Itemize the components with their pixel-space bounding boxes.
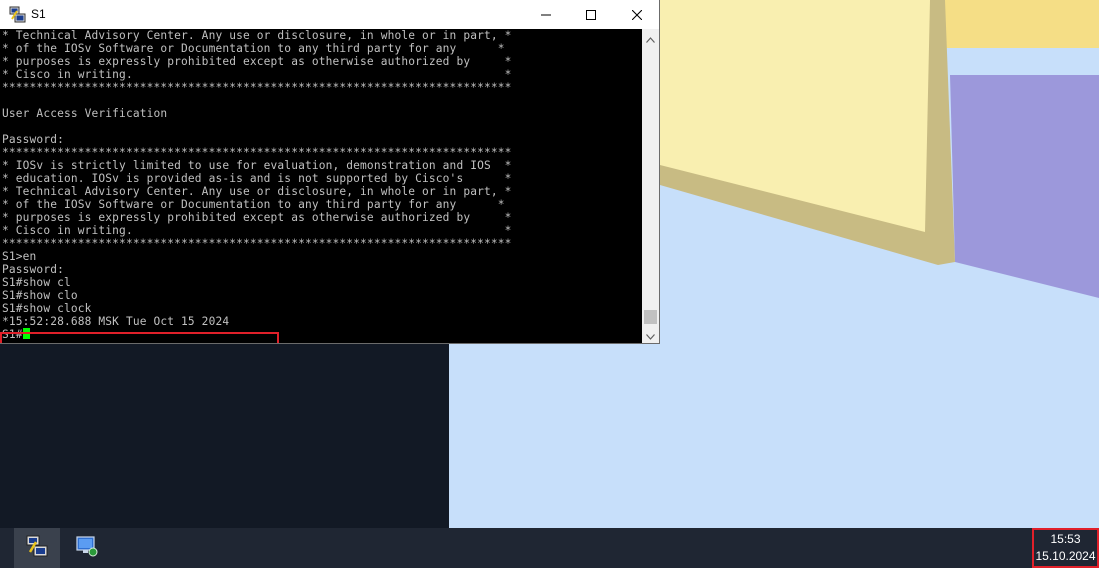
terminal-text: * Technical Advisory Center. Any use or … bbox=[2, 29, 512, 341]
network-taskbar-button[interactable] bbox=[64, 528, 110, 568]
terminal-line: * Cisco in writing. * bbox=[2, 224, 512, 237]
terminal-line: S1#show clo bbox=[2, 289, 78, 302]
terminal-line: Password: bbox=[2, 263, 64, 276]
system-clock[interactable]: 15:53 15.10.2024 bbox=[1032, 528, 1099, 568]
terminal-line: Password: bbox=[2, 133, 64, 146]
close-icon bbox=[631, 5, 643, 24]
maximize-button[interactable] bbox=[568, 0, 614, 29]
network-taskbar-icon bbox=[75, 534, 99, 562]
vertical-scrollbar[interactable] bbox=[642, 29, 659, 343]
window-titlebar[interactable]: S1 bbox=[0, 0, 659, 29]
terminal-line: * Cisco in writing. * bbox=[2, 68, 512, 81]
clock-time: 15:53 bbox=[1050, 532, 1081, 546]
minimize-icon bbox=[541, 5, 551, 24]
terminal-line: * IOSv is strictly limited to use for ev… bbox=[2, 159, 512, 172]
chevron-down-icon bbox=[646, 325, 655, 344]
taskbar: 15:53 15.10.2024 bbox=[0, 528, 1099, 568]
minimize-button[interactable] bbox=[523, 0, 569, 29]
terminal-line: * Technical Advisory Center. Any use or … bbox=[2, 29, 512, 42]
terminal-line: * education. IOSv is provided as-is and … bbox=[2, 172, 512, 185]
terminal-line: * of the IOSv Software or Documentation … bbox=[2, 198, 505, 211]
clock-date: 15.10.2024 bbox=[1035, 549, 1096, 563]
terminal-line: *15:52:28.688 MSK Tue Oct 15 2024 bbox=[2, 315, 230, 328]
terminal-window[interactable]: S1 * Technical Advisory Center. Any use … bbox=[0, 0, 660, 344]
putty-icon[interactable] bbox=[9, 6, 26, 23]
terminal-line: ****************************************… bbox=[2, 237, 512, 250]
window-title: S1 bbox=[31, 7, 46, 21]
terminal-output[interactable]: * Technical Advisory Center. Any use or … bbox=[0, 29, 642, 343]
terminal-line: S1>en bbox=[2, 250, 37, 263]
terminal-line: ****************************************… bbox=[2, 81, 512, 94]
terminal-line: * Technical Advisory Center. Any use or … bbox=[2, 185, 512, 198]
terminal-line: User Access Verification bbox=[2, 107, 168, 120]
scroll-down-button[interactable] bbox=[642, 326, 659, 343]
putty-taskbar-button[interactable] bbox=[14, 528, 60, 568]
terminal-line: * purposes is expressly prohibited excep… bbox=[2, 211, 512, 224]
terminal-line: * of the IOSv Software or Documentation … bbox=[2, 42, 505, 55]
terminal-line: * purposes is expressly prohibited excep… bbox=[2, 55, 512, 68]
putty-taskbar-icon bbox=[25, 534, 49, 562]
terminal-line: S1#show clock bbox=[2, 302, 92, 315]
terminal-line: ****************************************… bbox=[2, 146, 512, 159]
highlight-annotation bbox=[0, 332, 279, 343]
scroll-up-button[interactable] bbox=[642, 29, 659, 46]
terminal-line: S1#show cl bbox=[2, 276, 71, 289]
maximize-icon bbox=[586, 5, 596, 24]
scrollbar-thumb[interactable] bbox=[644, 310, 657, 324]
chevron-up-icon bbox=[646, 28, 655, 47]
close-button[interactable] bbox=[614, 0, 660, 29]
